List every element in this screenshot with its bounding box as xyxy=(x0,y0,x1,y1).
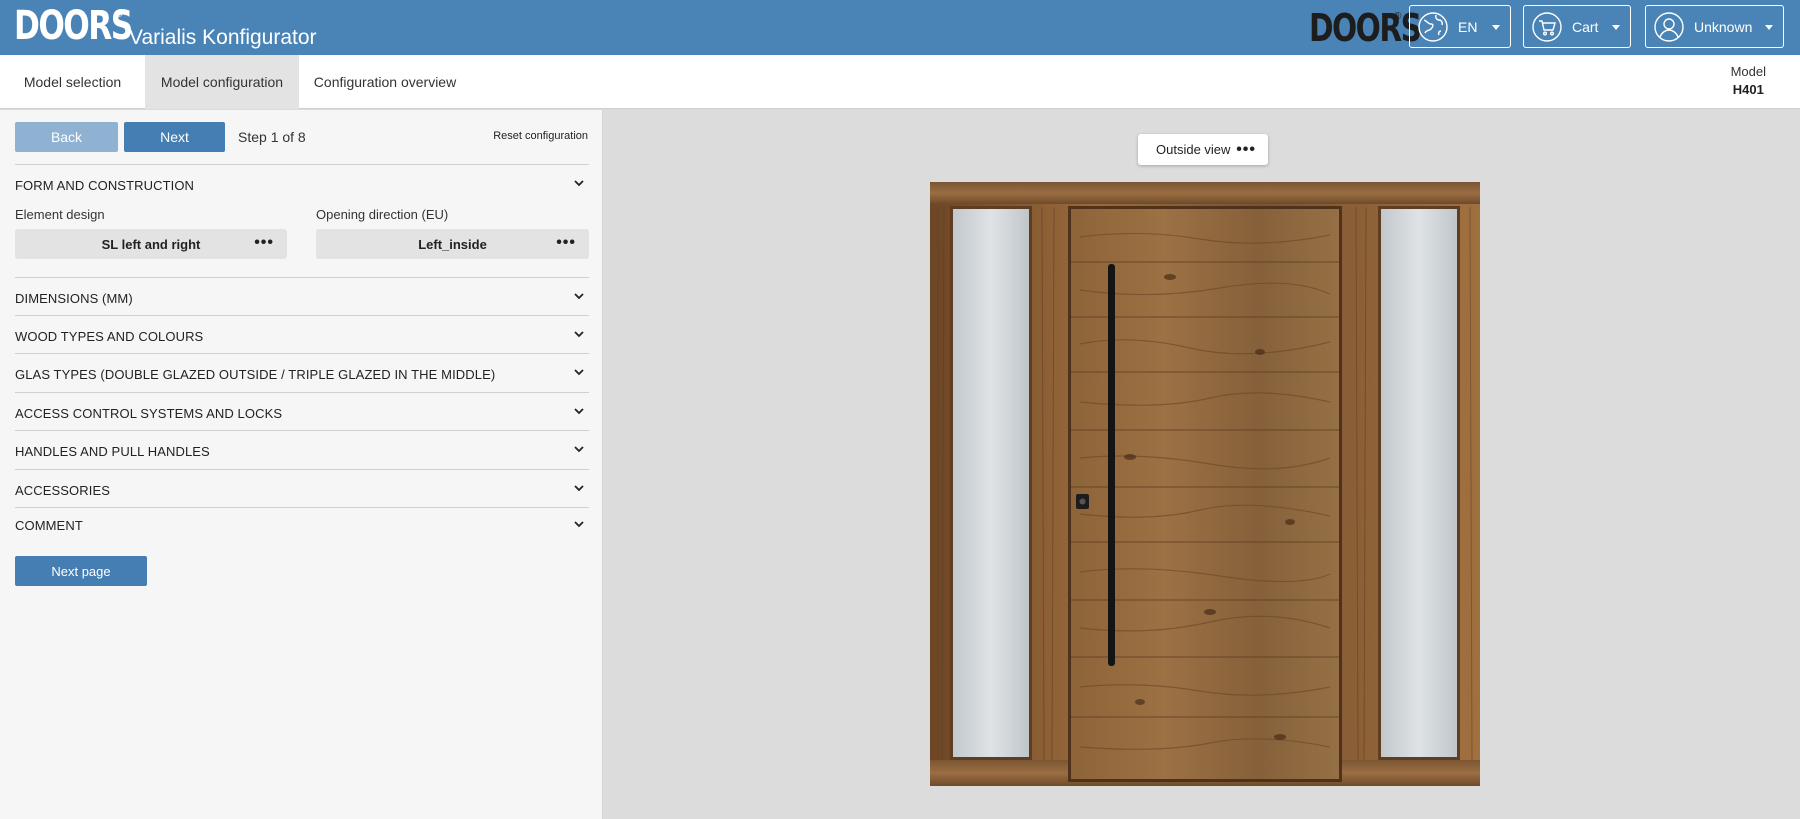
element-design-label: Element design xyxy=(15,207,105,222)
door-preview-area: Outside view ••• xyxy=(604,110,1800,819)
section-title: HANDLES AND PULL HANDLES xyxy=(15,444,210,459)
next-button[interactable]: Next xyxy=(124,122,225,152)
section-dimensions[interactable]: DIMENSIONS (MM) xyxy=(15,277,589,315)
cart-label: Cart xyxy=(1572,18,1599,35)
chevron-down-icon xyxy=(574,408,584,415)
section-title: ACCESSORIES xyxy=(15,483,111,498)
view-label: Outside view xyxy=(1156,142,1231,157)
chevron-down-icon xyxy=(574,369,584,376)
section-accessories[interactable]: ACCESSORIES xyxy=(15,469,589,507)
model-info: Model H401 xyxy=(1731,63,1766,99)
section-access-control[interactable]: ACCESS CONTROL SYSTEMS AND LOCKS xyxy=(15,392,589,430)
tab-model-configuration[interactable]: Model configuration xyxy=(145,55,299,109)
header-bar: DOORS ® Varialis Konfigurator DOORS ® EN… xyxy=(0,0,1800,55)
more-options-icon: ••• xyxy=(1236,141,1256,158)
section-title: ACCESS CONTROL SYSTEMS AND LOCKS xyxy=(15,406,283,421)
configuration-panel: Back Next Step 1 of 8 Reset configuratio… xyxy=(0,110,603,819)
element-design-value: SL left and right xyxy=(101,236,201,252)
section-title: DIMENSIONS (MM) xyxy=(15,291,133,306)
chevron-down-icon xyxy=(1612,25,1620,30)
model-label: Model xyxy=(1730,64,1766,79)
nav-bar: Model selection Model configuration Conf… xyxy=(0,55,1800,109)
tab-model-selection[interactable]: Model selection xyxy=(0,55,145,109)
door-image xyxy=(930,182,1480,786)
globe-icon xyxy=(1416,10,1450,44)
opening-direction-select[interactable]: Left_inside ••• xyxy=(316,229,589,259)
brand-logo: DOORS xyxy=(1309,6,1422,50)
app-logo[interactable]: DOORS xyxy=(14,4,133,48)
more-options-icon: ••• xyxy=(556,234,576,251)
chevron-down-icon xyxy=(574,521,584,528)
chevron-down-icon xyxy=(574,331,584,338)
user-label: Unknown xyxy=(1694,18,1753,35)
element-design-select[interactable]: SL left and right ••• xyxy=(15,229,287,259)
opening-direction-value: Left_inside xyxy=(418,236,487,252)
section-title: COMMENT xyxy=(15,518,83,533)
language-dropdown[interactable]: EN xyxy=(1409,5,1511,48)
section-title: GLAS TYPES (DOUBLE GLAZED OUTSIDE / TRIP… xyxy=(15,367,496,382)
section-form-and-construction[interactable]: FORM AND CONSTRUCTION xyxy=(15,164,589,202)
app-title: Varialis Konfigurator xyxy=(129,26,317,49)
cart-icon xyxy=(1530,10,1564,44)
back-button[interactable]: Back xyxy=(15,122,118,152)
tab-configuration-overview[interactable]: Configuration overview xyxy=(299,55,471,109)
opening-direction-label: Opening direction (EU) xyxy=(316,207,449,222)
model-value: H401 xyxy=(1732,82,1764,97)
user-dropdown[interactable]: Unknown xyxy=(1645,5,1784,48)
chevron-down-icon xyxy=(1492,25,1500,30)
view-selector[interactable]: Outside view ••• xyxy=(1138,134,1268,165)
cart-dropdown[interactable]: Cart xyxy=(1523,5,1631,48)
logo-registered-mark: ® xyxy=(115,9,123,20)
chevron-down-icon xyxy=(574,180,584,187)
user-icon xyxy=(1652,10,1686,44)
chevron-down-icon xyxy=(574,485,584,492)
section-title: WOOD TYPES AND COLOURS xyxy=(15,329,204,344)
section-glas-types[interactable]: GLAS TYPES (DOUBLE GLAZED OUTSIDE / TRIP… xyxy=(15,353,589,391)
chevron-down-icon xyxy=(1765,25,1773,30)
section-comment[interactable]: COMMENT xyxy=(15,507,589,541)
chevron-down-icon xyxy=(574,293,584,300)
language-label: EN xyxy=(1458,18,1478,35)
brand-registered-mark: ® xyxy=(1394,11,1402,22)
more-options-icon: ••• xyxy=(254,234,274,251)
next-page-button[interactable]: Next page xyxy=(15,556,147,586)
reset-configuration-link[interactable]: Reset configuration xyxy=(493,130,588,142)
chevron-down-icon xyxy=(574,446,584,453)
step-indicator: Step 1 of 8 xyxy=(238,129,306,145)
section-wood-types[interactable]: WOOD TYPES AND COLOURS xyxy=(15,315,589,353)
section-handles[interactable]: HANDLES AND PULL HANDLES xyxy=(15,430,589,468)
section-title: FORM AND CONSTRUCTION xyxy=(15,178,195,193)
